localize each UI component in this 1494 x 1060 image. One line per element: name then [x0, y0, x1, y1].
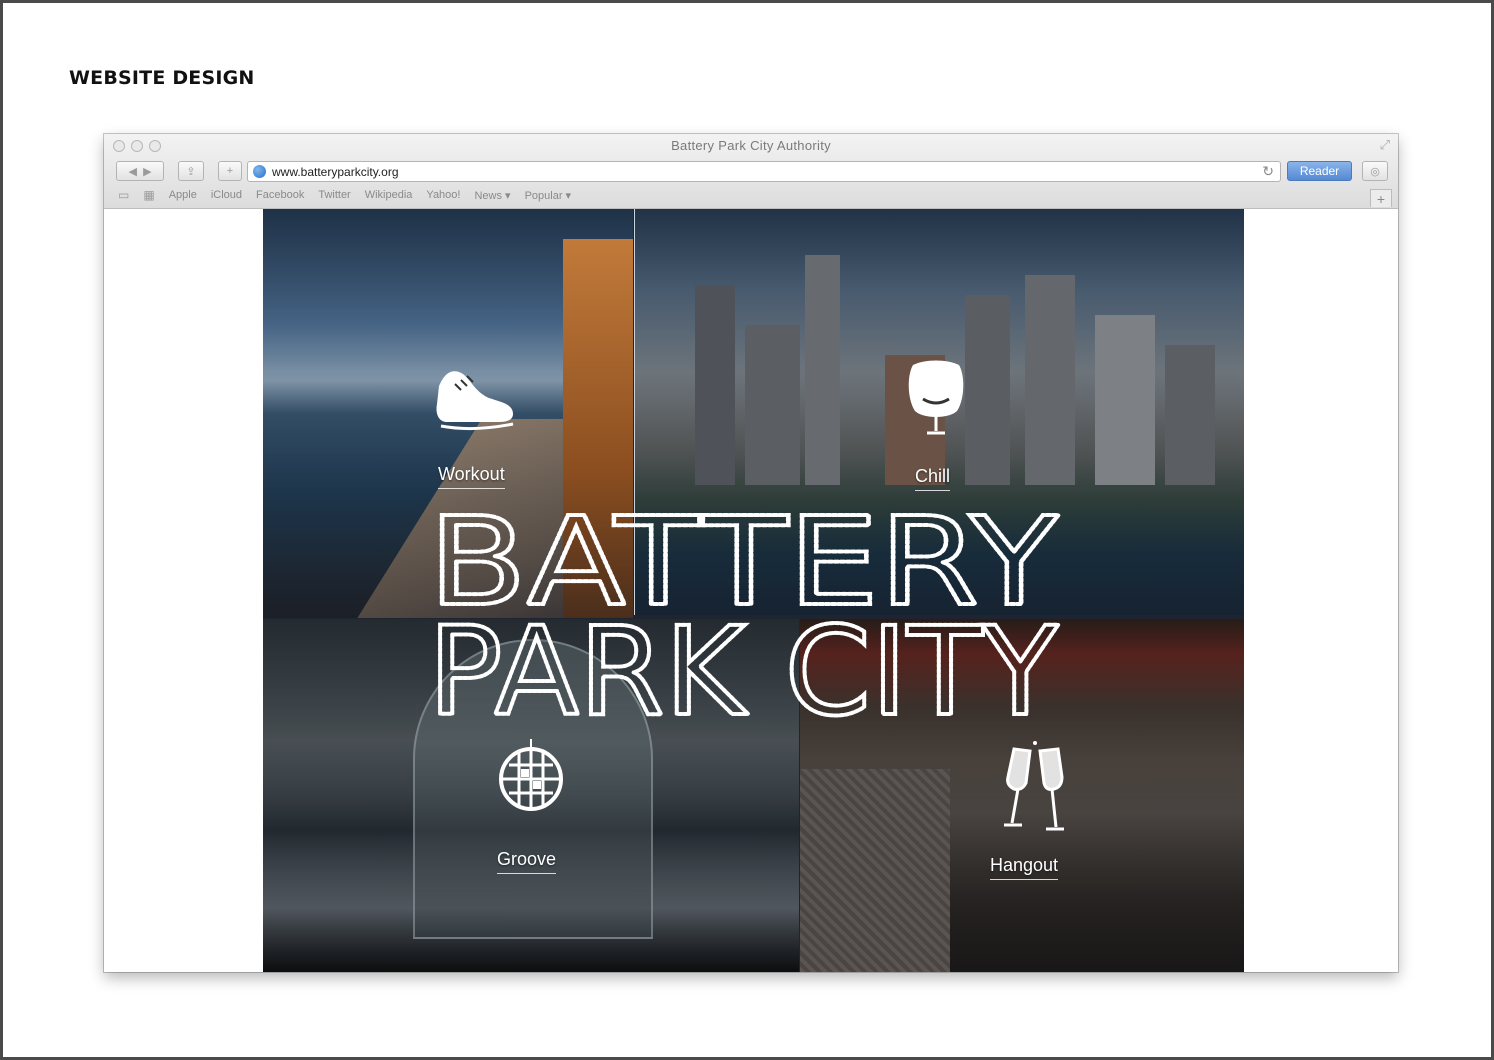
workout-tile[interactable]: Workout [263, 209, 633, 618]
groove-link[interactable]: Groove [497, 849, 557, 874]
window-title: Battery Park City Authority [671, 138, 831, 153]
back-arrow-icon[interactable]: ◀ [128, 165, 136, 178]
bookmark-item[interactable]: Popular ▾ [525, 189, 572, 202]
reader-button[interactable]: Reader [1287, 161, 1352, 181]
egg-chair-icon [908, 360, 964, 435]
url-text[interactable]: www.batteryparkcity.org [272, 165, 399, 179]
skyline-building [1165, 345, 1215, 485]
bookmark-item[interactable]: Yahoo! [426, 189, 460, 201]
bookmark-item[interactable]: iCloud [211, 189, 242, 201]
skyline-building [695, 285, 735, 485]
globe-icon [253, 165, 266, 178]
bookmark-item[interactable]: News ▾ [474, 189, 510, 202]
skyline-building [965, 295, 1010, 485]
downloads-button[interactable]: ◎ [1362, 161, 1388, 181]
forward-arrow-icon[interactable]: ▶ [143, 165, 151, 178]
skyline-building [1025, 275, 1075, 485]
browser-window: Battery Park City Authority ⤢ ◀ ▶ ⇪ + ww… [104, 134, 1398, 972]
browser-toolbar: Battery Park City Authority ⤢ ◀ ▶ ⇪ + ww… [104, 134, 1398, 209]
skyline-building [1095, 315, 1155, 485]
download-icon: ◎ [1370, 165, 1380, 178]
bookmarks-bar: ▭ ▦ Apple iCloud Facebook Twitter Wikipe… [118, 187, 571, 203]
plus-icon: + [226, 165, 234, 177]
sneaker-icon [436, 371, 514, 431]
add-bookmark-button[interactable]: + [218, 161, 242, 181]
chill-link[interactable]: Chill [915, 466, 951, 491]
website-content: Workout Chill Groove Hangout BATTERY PAR… [263, 209, 1244, 972]
skyline-building [745, 325, 800, 485]
cafe-counter-photo [800, 769, 950, 972]
reading-list-icon[interactable]: ▭ [118, 188, 129, 202]
skyline-building [805, 255, 840, 485]
chill-tile[interactable]: Chill [634, 209, 1244, 615]
workout-link[interactable]: Workout [438, 464, 505, 489]
page-heading: WEBSITE DESIGN [69, 67, 255, 89]
page-frame: WEBSITE DESIGN Battery Park City Authori… [0, 0, 1494, 1060]
champagne-glasses-icon [1004, 741, 1064, 831]
disco-ball-icon [499, 739, 563, 811]
fullscreen-icon[interactable]: ⤢ [1380, 137, 1390, 153]
reload-icon[interactable]: ↻ [1262, 163, 1274, 180]
back-forward-buttons[interactable]: ◀ ▶ [116, 161, 164, 181]
address-bar[interactable]: www.batteryparkcity.org ↻ [247, 161, 1281, 182]
buildings-photo [563, 239, 633, 618]
share-button[interactable]: ⇪ [178, 161, 204, 181]
hangout-tile[interactable]: Hangout [800, 619, 1244, 972]
groove-tile[interactable]: Groove [263, 619, 799, 972]
bookmark-item[interactable]: Apple [169, 189, 197, 201]
hangout-link[interactable]: Hangout [990, 855, 1059, 880]
bookmark-item[interactable]: Wikipedia [365, 189, 413, 201]
share-icon: ⇪ [186, 165, 196, 178]
bookmark-item[interactable]: Twitter [318, 189, 350, 201]
new-tab-button[interactable]: + [1370, 189, 1392, 207]
top-sites-icon[interactable]: ▦ [143, 188, 154, 202]
bookmark-item[interactable]: Facebook [256, 189, 304, 201]
